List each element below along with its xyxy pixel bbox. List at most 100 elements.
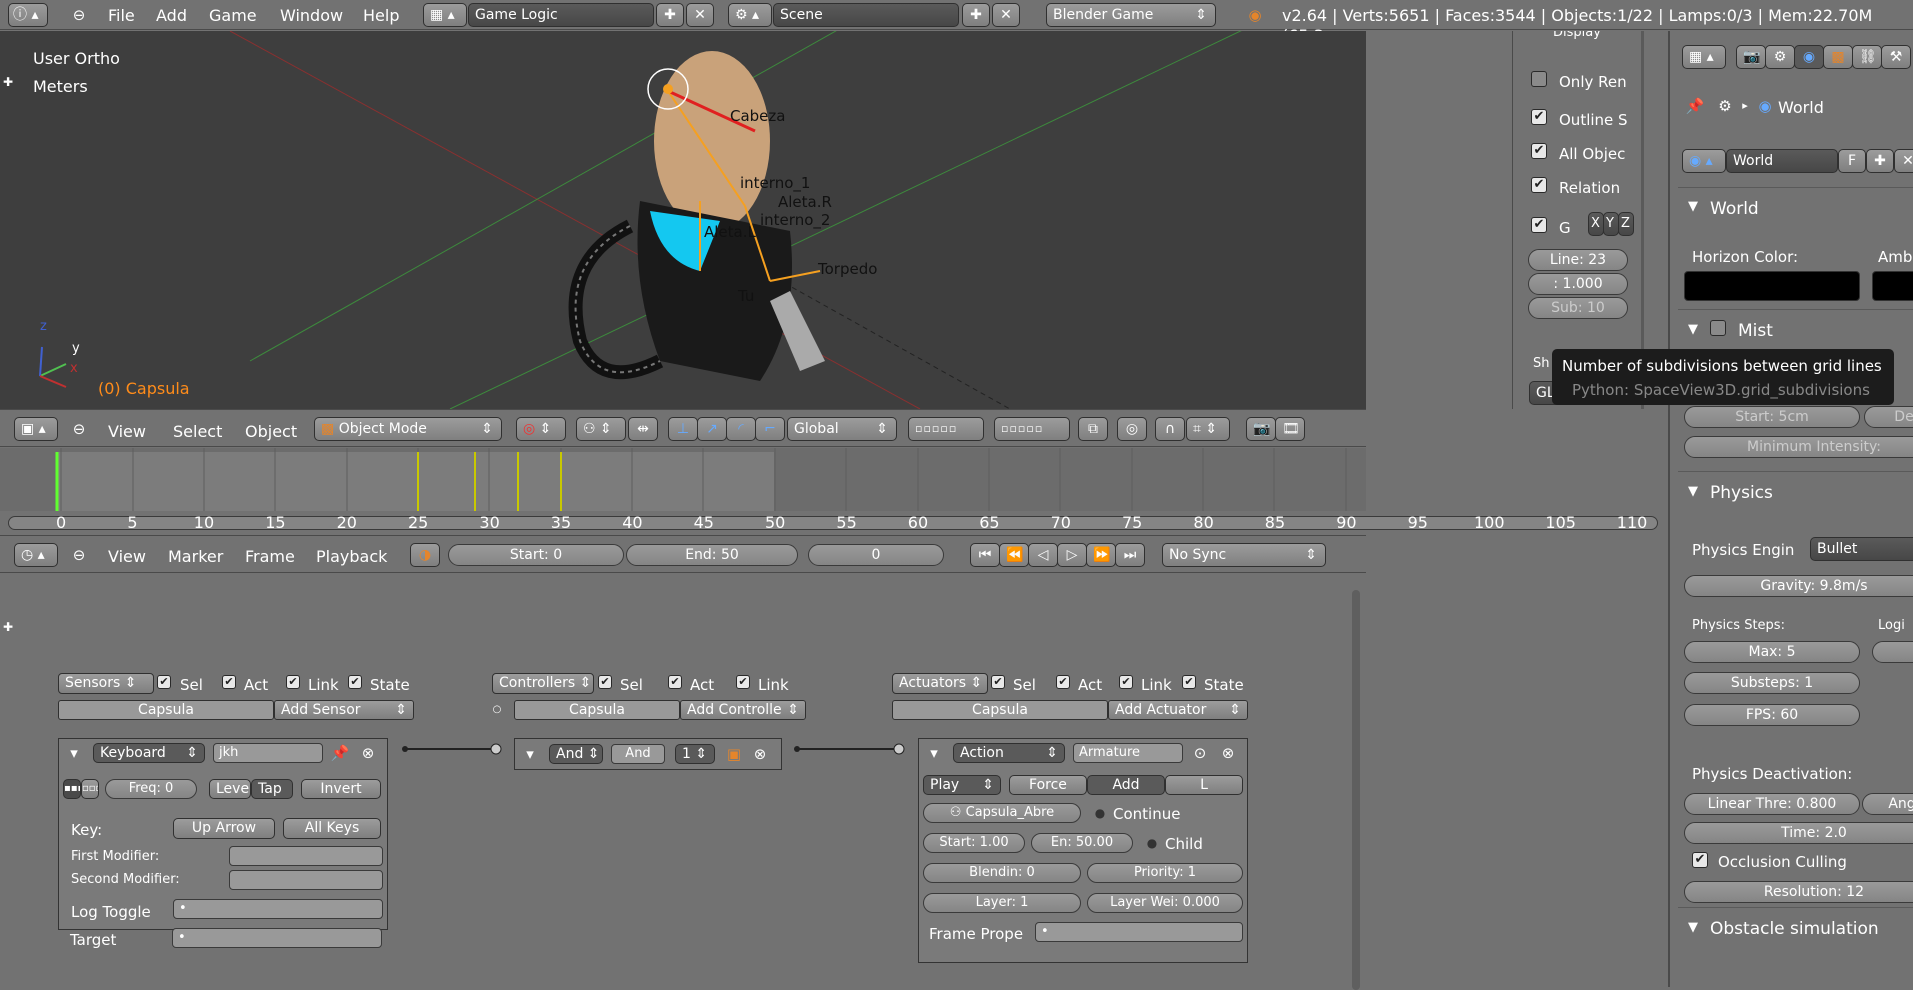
continue-radio-icon[interactable]: ● bbox=[1089, 802, 1111, 824]
min-intensity-field[interactable]: Minimum Intensity: bbox=[1684, 436, 1913, 458]
second-modifier-field[interactable] bbox=[229, 870, 383, 890]
occlusion-culling-checkbox[interactable]: ✔ bbox=[1692, 852, 1708, 868]
force-toggle[interactable]: Force bbox=[1009, 775, 1087, 795]
controller-type-dropdown[interactable]: And ⇕ bbox=[549, 744, 603, 764]
actuator-name-field[interactable]: Armature bbox=[1073, 743, 1183, 763]
toolshelf-expand-icon[interactable]: ✚ bbox=[0, 71, 16, 93]
angular-threshold-field[interactable]: Ang bbox=[1862, 793, 1913, 815]
constraints-context-button[interactable]: ⛓ bbox=[1852, 45, 1882, 69]
sensors-state-checkbox[interactable]: ✔ bbox=[348, 675, 362, 689]
controller-name-field[interactable]: And bbox=[611, 744, 665, 764]
all-objects-checkbox[interactable]: ✔ bbox=[1531, 143, 1547, 159]
axis-z-toggle[interactable]: Z bbox=[1618, 212, 1634, 236]
screen-layout-selector[interactable]: ▦ ▴ bbox=[423, 3, 467, 27]
play-reverse-button[interactable]: ◁ bbox=[1028, 543, 1058, 567]
pin-icon[interactable]: ⊙ bbox=[1189, 742, 1211, 764]
mist-panel-collapse-icon[interactable]: ▼ bbox=[1688, 322, 1698, 337]
actuators-act-checkbox[interactable]: ✔ bbox=[1056, 675, 1070, 689]
collapse-icon[interactable]: ⊖ bbox=[68, 544, 90, 566]
grid-floor-checkbox[interactable]: ✔ bbox=[1531, 217, 1547, 233]
play-mode-dropdown[interactable]: Play ⇕ bbox=[923, 775, 1001, 795]
local-toggle[interactable]: L bbox=[1165, 775, 1243, 795]
controllers-state-dot-icon[interactable]: ○ bbox=[486, 699, 508, 721]
object-context-button[interactable]: ▩ bbox=[1823, 45, 1853, 69]
render-engine-dropdown[interactable]: Blender Game ⇕ bbox=[1046, 3, 1216, 27]
sensors-sel-checkbox[interactable]: ✔ bbox=[157, 675, 171, 689]
scene-context-button[interactable]: ⚙ bbox=[1765, 45, 1795, 69]
editor-type-3d-button[interactable]: ▣ ▴ bbox=[14, 417, 58, 441]
jump-start-button[interactable]: ⏮ bbox=[970, 543, 1000, 567]
axis-x-toggle[interactable]: X bbox=[1588, 212, 1604, 236]
render-animation-button[interactable]: 🎞 bbox=[1275, 417, 1305, 441]
world-name-field[interactable]: World bbox=[1726, 149, 1838, 173]
sensors-link-checkbox[interactable]: ✔ bbox=[286, 675, 300, 689]
actuators-object-field[interactable]: Capsula bbox=[892, 700, 1108, 720]
info-editor-button[interactable]: ⓘ ▴ bbox=[8, 3, 48, 27]
interaction-mode-dropdown[interactable]: ▩ Object Mode ⇕ bbox=[314, 417, 502, 441]
delete-scene-button[interactable]: ✕ bbox=[992, 3, 1020, 27]
controllers-link-checkbox[interactable]: ✔ bbox=[736, 675, 750, 689]
pin-icon[interactable]: 📌 bbox=[1684, 95, 1706, 117]
add-screen-button[interactable]: ✚ bbox=[656, 3, 684, 27]
actuators-dropdown[interactable]: Actuators ⇕ bbox=[892, 673, 988, 694]
controllers-dropdown[interactable]: Controllers ⇕ bbox=[492, 673, 594, 694]
menu-view[interactable]: View bbox=[108, 422, 146, 442]
key-button[interactable]: Up Arrow bbox=[173, 818, 275, 839]
child-radio-icon[interactable]: ● bbox=[1141, 832, 1163, 854]
scale-manipulator-button[interactable]: ◜ bbox=[726, 417, 756, 441]
world-context-button[interactable]: ◉ bbox=[1794, 45, 1824, 69]
layer-field[interactable]: Layer: 1 bbox=[923, 893, 1081, 913]
menu-add[interactable]: Add bbox=[156, 6, 187, 26]
controller-state-dropdown[interactable]: 1 ⇕ bbox=[675, 744, 715, 764]
modifiers-context-button[interactable]: ⚒ bbox=[1881, 45, 1911, 69]
only-render-checkbox[interactable] bbox=[1531, 71, 1547, 87]
editor-type-properties-button[interactable]: ▦ ▴ bbox=[1682, 45, 1726, 69]
action-datablock-field[interactable]: ⚇ Capsula_Abre bbox=[923, 803, 1081, 823]
scene-field[interactable]: Scene bbox=[773, 3, 959, 27]
mist-start-field[interactable]: Start: 5cm bbox=[1684, 406, 1860, 428]
start-frame-field[interactable]: Start: 0 bbox=[448, 544, 624, 566]
mist-depth-field[interactable]: De bbox=[1864, 406, 1913, 428]
sync-mode-dropdown[interactable]: No Sync ⇕ bbox=[1162, 543, 1326, 567]
menu-window[interactable]: Window bbox=[280, 6, 343, 26]
frame-property-field[interactable]: • bbox=[1035, 922, 1243, 942]
menu-select[interactable]: Select bbox=[173, 422, 222, 442]
gravity-field[interactable]: Gravity: 9.8m/s bbox=[1684, 575, 1913, 597]
logic-editor[interactable]: ✚ Sensors ⇕ ✔ Sel ✔ Act ✔ Link ✔ State C… bbox=[0, 574, 1366, 990]
add-scene-button[interactable]: ✚ bbox=[962, 3, 990, 27]
collapse-icon[interactable]: ⊖ bbox=[68, 4, 90, 26]
remove-brick-icon[interactable]: ⊗ bbox=[749, 743, 771, 765]
timeline-menu-view[interactable]: View bbox=[108, 547, 146, 567]
preview-range-toggle[interactable]: ◑ bbox=[410, 543, 440, 567]
target-field[interactable]: • bbox=[172, 928, 382, 948]
grid-subdivisions-field[interactable]: Sub: 10 bbox=[1528, 297, 1628, 319]
action-start-field[interactable]: Start: 1.00 bbox=[923, 833, 1025, 853]
layer-weight-field[interactable]: Layer Wei: 0.000 bbox=[1087, 893, 1243, 913]
layers-group-1[interactable]: ▫▫▫▫▫ bbox=[908, 417, 984, 441]
controllers-object-field[interactable]: Capsula bbox=[514, 700, 680, 720]
transform-orientation-dropdown[interactable]: Global ⇕ bbox=[787, 417, 897, 441]
manipulator-toggle[interactable]: ⇹ bbox=[628, 417, 658, 441]
timeline-area[interactable] bbox=[0, 448, 1366, 511]
menu-help[interactable]: Help bbox=[363, 6, 399, 26]
scene-selector[interactable]: ⚙ ▴ bbox=[728, 3, 772, 27]
grid-scale-field[interactable]: : 1.000 bbox=[1528, 273, 1628, 295]
actuators-sel-checkbox[interactable]: ✔ bbox=[991, 675, 1005, 689]
collapse-icon[interactable]: ⊖ bbox=[68, 418, 90, 440]
actuators-link-checkbox[interactable]: ✔ bbox=[1119, 675, 1133, 689]
deactivation-time-field[interactable]: Time: 2.0 bbox=[1684, 822, 1913, 844]
menu-object[interactable]: Object bbox=[245, 422, 297, 442]
pivot-point-dropdown[interactable]: ⚇ ⇕ bbox=[576, 417, 626, 441]
grid-lines-field[interactable]: Line: 23 bbox=[1528, 249, 1628, 271]
priority-field[interactable]: Priority: 1 bbox=[1087, 863, 1243, 883]
obstacle-panel-collapse-icon[interactable]: ▼ bbox=[1688, 920, 1698, 935]
layers-group-2[interactable]: ▫▫▫▫▫ bbox=[994, 417, 1070, 441]
physics-panel-collapse-icon[interactable]: ▼ bbox=[1688, 484, 1698, 499]
snap-toggle-button[interactable]: ∩ bbox=[1155, 417, 1185, 441]
render-opengl-button[interactable]: 📷 bbox=[1246, 417, 1276, 441]
relationship-lines-checkbox[interactable]: ✔ bbox=[1531, 177, 1547, 193]
transform-orientation-icon-button[interactable]: ⌐ bbox=[755, 417, 785, 441]
bookmark-icon[interactable]: ▣ bbox=[723, 743, 745, 765]
jump-end-button[interactable]: ⏭ bbox=[1115, 543, 1145, 567]
menu-file[interactable]: File bbox=[108, 6, 135, 26]
